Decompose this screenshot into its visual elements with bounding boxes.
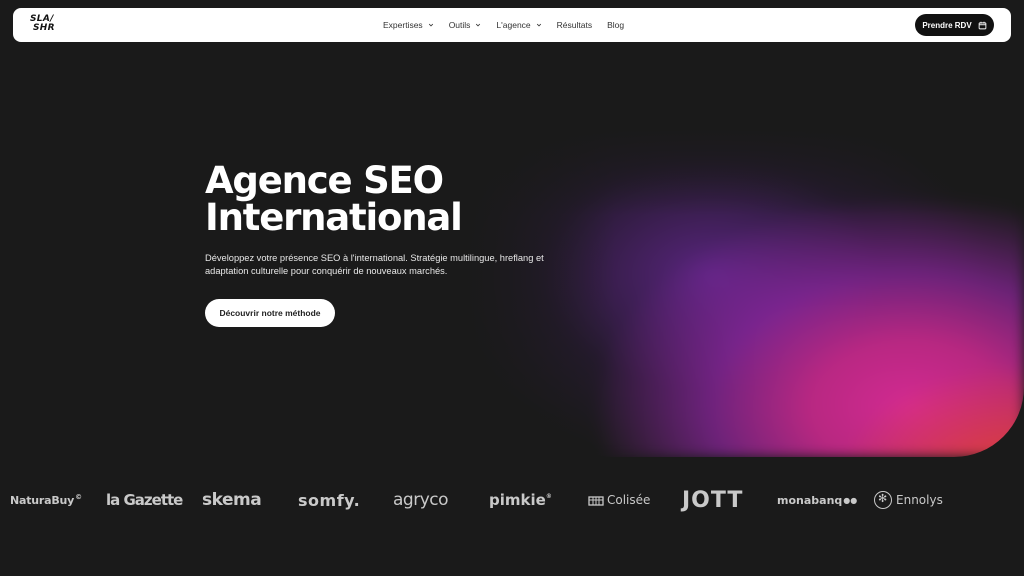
client-logo-pimkie: pimkie ® (489, 491, 552, 509)
nav-item-outils[interactable]: Outils (449, 20, 482, 30)
ennolys-emblem-icon (874, 491, 892, 509)
nav-item-label: Expertises (383, 20, 423, 30)
colisee-building-icon (588, 496, 604, 506)
nav-item-label: Résultats (556, 20, 593, 30)
nav-item-label: L'agence (496, 20, 531, 30)
hero-description: Développez votre présence SEO à l'intern… (205, 253, 544, 276)
nav-item-expertises[interactable]: Expertises (383, 20, 434, 30)
brand-logo[interactable]: SLA/ SHR (30, 15, 60, 35)
nav-item-label: Blog (607, 20, 625, 30)
hero-title-line-2: International (205, 196, 463, 239)
client-logo-monabanq: monabanq ●● (777, 493, 858, 507)
calendar-icon (978, 21, 986, 29)
nav-item-blog[interactable]: Blog (607, 20, 624, 30)
client-logo-la-gazette: la Gazette (106, 491, 183, 509)
navbar: SLA/ SHR Expertises Outils L'agence Résu… (13, 8, 1011, 42)
chevron-down-icon (536, 23, 541, 27)
client-logo-agryco: agryco (393, 490, 449, 510)
nav-item-label: Outils (448, 20, 471, 30)
client-logo-naturabuy: NaturaBuy © (10, 493, 82, 507)
client-logo-jott: JOTT (682, 487, 744, 513)
book-appointment-button[interactable]: Prendre RDV (915, 14, 994, 36)
nav-item-resultats[interactable]: Résultats (557, 20, 592, 30)
client-logo-ennolys: Ennolys (874, 484, 943, 516)
hero-gradient-shape (455, 125, 1024, 457)
discover-method-button[interactable]: Découvrir notre méthode (205, 299, 335, 327)
hero-title: Agence SEO International (205, 159, 463, 239)
chevron-down-icon (428, 23, 433, 27)
chevron-down-icon (476, 23, 481, 27)
client-logo-somfy: somfy. (298, 490, 361, 510)
page: SLA/ SHR Expertises Outils L'agence Résu… (0, 0, 1024, 576)
client-logo-skema: skema (202, 490, 262, 510)
main-nav: Expertises Outils L'agence Résultats Blo… (383, 8, 639, 42)
hero-title-line-1: Agence SEO (205, 159, 444, 202)
nav-item-agence[interactable]: L'agence (496, 20, 541, 30)
client-logos: NaturaBuy © la Gazette skema somfy. agryc… (0, 484, 1024, 516)
cta-label: Prendre RDV (922, 20, 972, 30)
client-logo-colisee: Colisée (588, 484, 650, 516)
